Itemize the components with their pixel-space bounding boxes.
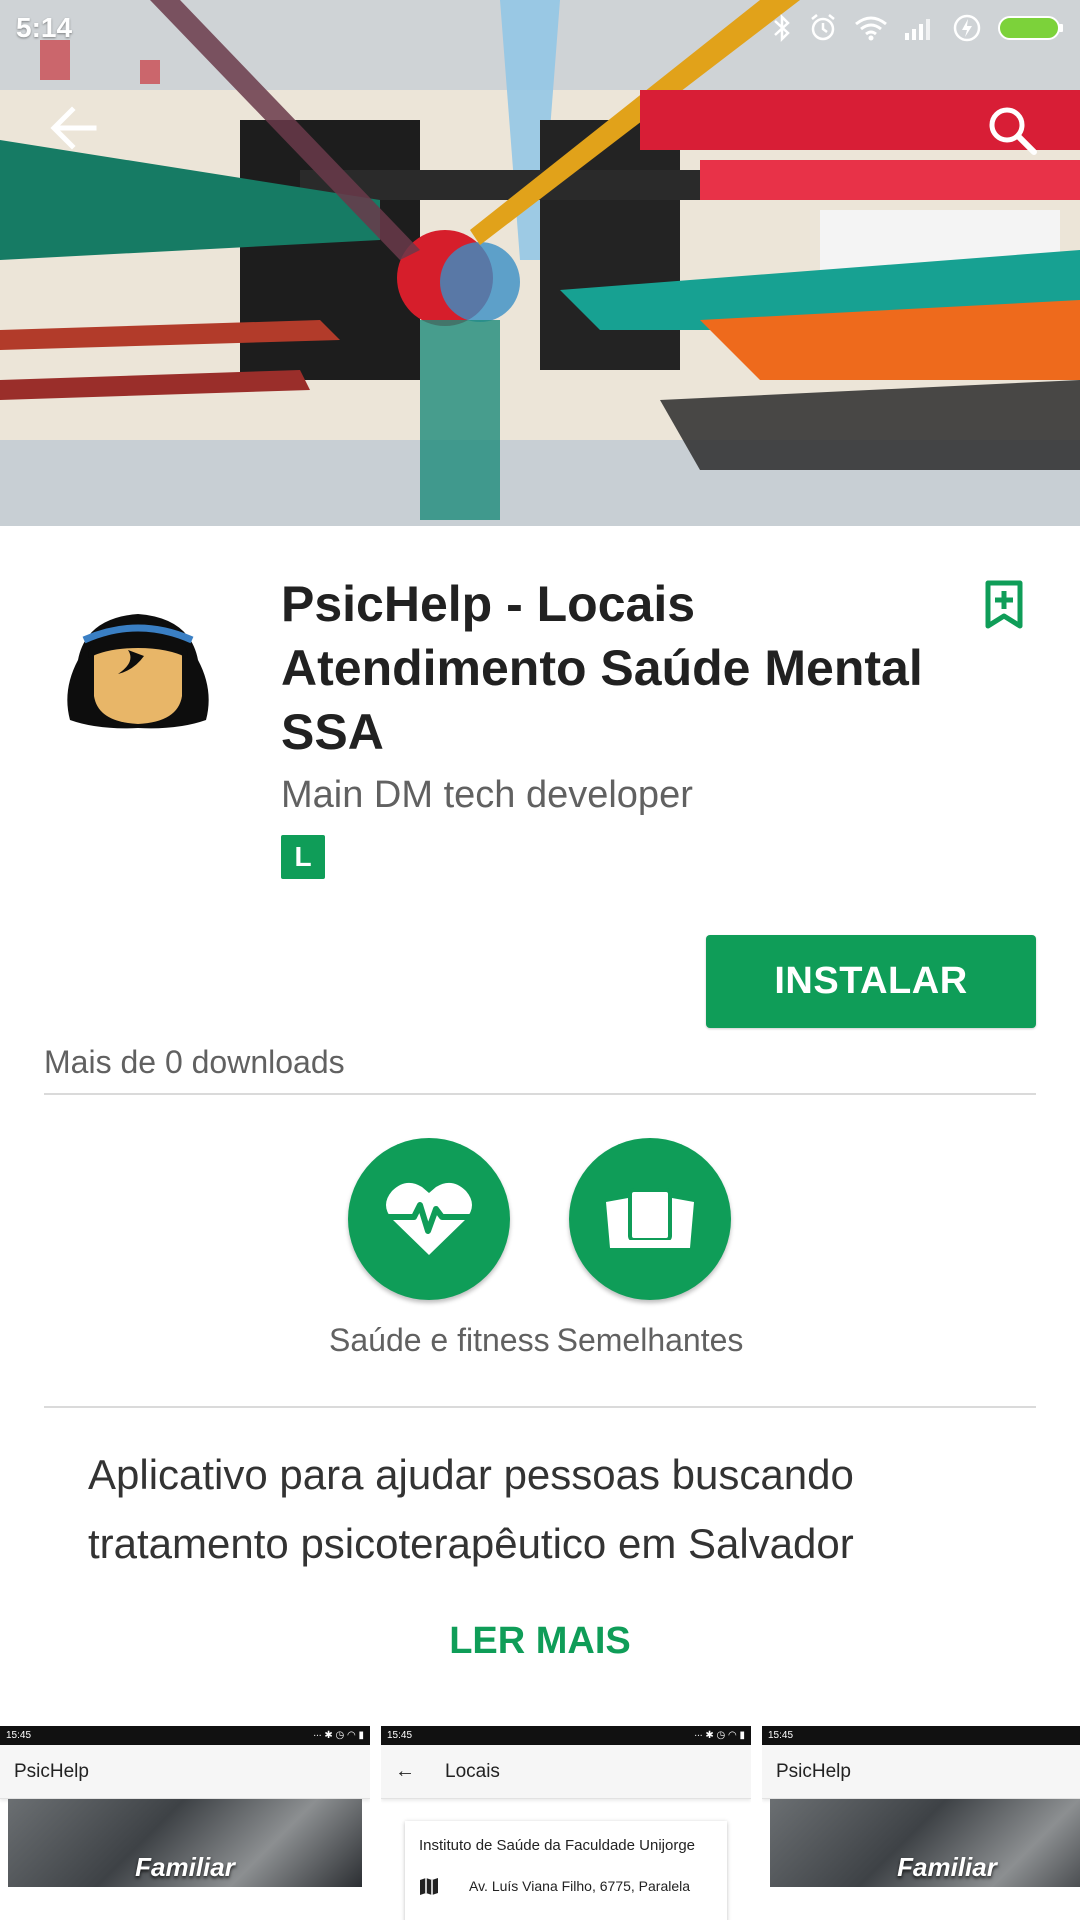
- screenshot-status-bar: 15:45 ∙∙∙ ✱ ◷ ◠ ▮: [0, 1726, 370, 1745]
- screenshot-card-address: Av. Luís Viana Filho, 6775, Paralela: [469, 1878, 691, 1894]
- status-icons: [772, 13, 1064, 43]
- battery-icon: [998, 16, 1063, 40]
- screenshot-photo-label: Familiar: [135, 1852, 235, 1882]
- divider: [44, 1406, 1036, 1408]
- arrow-back-icon: [50, 106, 97, 150]
- bookmark-add-icon: [985, 580, 1023, 629]
- screenshot-status-bar: 15:45 ∙∙∙ ✱ ◷ ◠ ▮: [381, 1726, 751, 1745]
- category-chip[interactable]: Saúde e fitness: [329, 1138, 550, 1359]
- similar-chip[interactable]: Semelhantes: [550, 1138, 750, 1359]
- screenshot-toolbar: PsicHelp: [0, 1745, 370, 1799]
- screenshot-time: 15:45: [6, 1730, 32, 1741]
- screenshots-strip[interactable]: 15:45 ∙∙∙ ✱ ◷ ◠ ▮ PsicHelp Familiar 15:4…: [0, 1726, 1080, 1920]
- screenshot-toolbar: ← Locais: [381, 1745, 751, 1799]
- screenshot-toolbar-title: PsicHelp: [14, 1760, 89, 1782]
- read-more-button[interactable]: LER MAIS: [0, 1620, 1080, 1663]
- screenshot-photo: Familiar: [8, 1799, 362, 1887]
- bluetooth-icon: [774, 13, 790, 43]
- screenshot-status-bar: 15:45 ∙∙∙ ✱ ◷: [762, 1726, 1080, 1745]
- screenshot-status-icons: ∙∙∙ ✱ ◷ ◠ ▮: [694, 1730, 745, 1741]
- signal-icon: [905, 19, 930, 40]
- screenshot-toolbar-title: Locais: [445, 1760, 500, 1782]
- read-more-label[interactable]: LER MAIS: [449, 1620, 631, 1662]
- hero-artwork: [0, 0, 1080, 526]
- screenshot-card-title: Instituto de Saúde da Faculdade Unijorge: [419, 1837, 696, 1854]
- downloads-count: Mais de 0 downloads: [44, 1044, 345, 1080]
- category-chip-circle[interactable]: [348, 1138, 510, 1300]
- category-chip-label: Saúde e fitness: [329, 1322, 550, 1358]
- search-icon: [989, 107, 1037, 155]
- heart-pulse-icon: [386, 1182, 472, 1255]
- cards-icon: [606, 1188, 694, 1248]
- install-button[interactable]: INSTALAR: [706, 935, 1036, 1028]
- divider: [44, 1093, 1036, 1095]
- alarm-icon: [811, 14, 835, 41]
- search-button[interactable]: [982, 100, 1042, 160]
- similar-chip-label: Semelhantes: [556, 1322, 744, 1358]
- screenshot-photo: Familiar: [770, 1799, 1080, 1887]
- app-description: Aplicativo para ajudar pessoas buscando …: [88, 1451, 854, 1567]
- screenshot-time: 15:45: [387, 1730, 413, 1741]
- app-icon: [58, 600, 218, 740]
- map-icon: [420, 1878, 438, 1895]
- screenshot-card-row: Av. Luís Viana Filho, 6775, Paralela: [419, 1876, 713, 1896]
- screenshot-toolbar: PsicHelp: [762, 1745, 1080, 1799]
- screenshot-toolbar-title: PsicHelp: [776, 1760, 851, 1782]
- screenshot-status-icons: ∙∙∙ ✱ ◷ ◠ ▮: [313, 1730, 364, 1741]
- status-time: 5:14: [16, 12, 73, 43]
- developer-name[interactable]: Main DM tech developer: [281, 774, 693, 817]
- battery-charging-icon: [953, 14, 981, 42]
- screenshot-photo-label: Familiar: [897, 1852, 997, 1882]
- back-button[interactable]: [46, 100, 102, 156]
- wishlist-button[interactable]: [978, 576, 1030, 634]
- app-logo-avatar: [67, 614, 209, 729]
- hero-banner: 5:14: [0, 0, 1080, 526]
- screenshot-card: Instituto de Saúde da Faculdade Unijorge…: [405, 1821, 727, 1920]
- screenshot-thumbnail[interactable]: 15:45 ∙∙∙ ✱ ◷ PsicHelp Familiar: [762, 1726, 1080, 1920]
- screenshot-back-icon: ←: [395, 1760, 415, 1782]
- app-title: PsicHelp - Locais Atendimento Saúde Ment…: [281, 576, 923, 760]
- similar-chip-circle[interactable]: [569, 1138, 731, 1300]
- screenshot-thumbnail[interactable]: 15:45 ∙∙∙ ✱ ◷ ◠ ▮ ← Locais Instituto de …: [381, 1726, 751, 1920]
- content-rating-badge: L: [281, 835, 325, 879]
- screenshot-time: 15:45: [768, 1730, 794, 1741]
- wifi-icon: [855, 16, 887, 41]
- status-bar: 5:14: [0, 0, 1080, 56]
- screenshot-thumbnail[interactable]: 15:45 ∙∙∙ ✱ ◷ ◠ ▮ PsicHelp Familiar: [0, 1726, 370, 1920]
